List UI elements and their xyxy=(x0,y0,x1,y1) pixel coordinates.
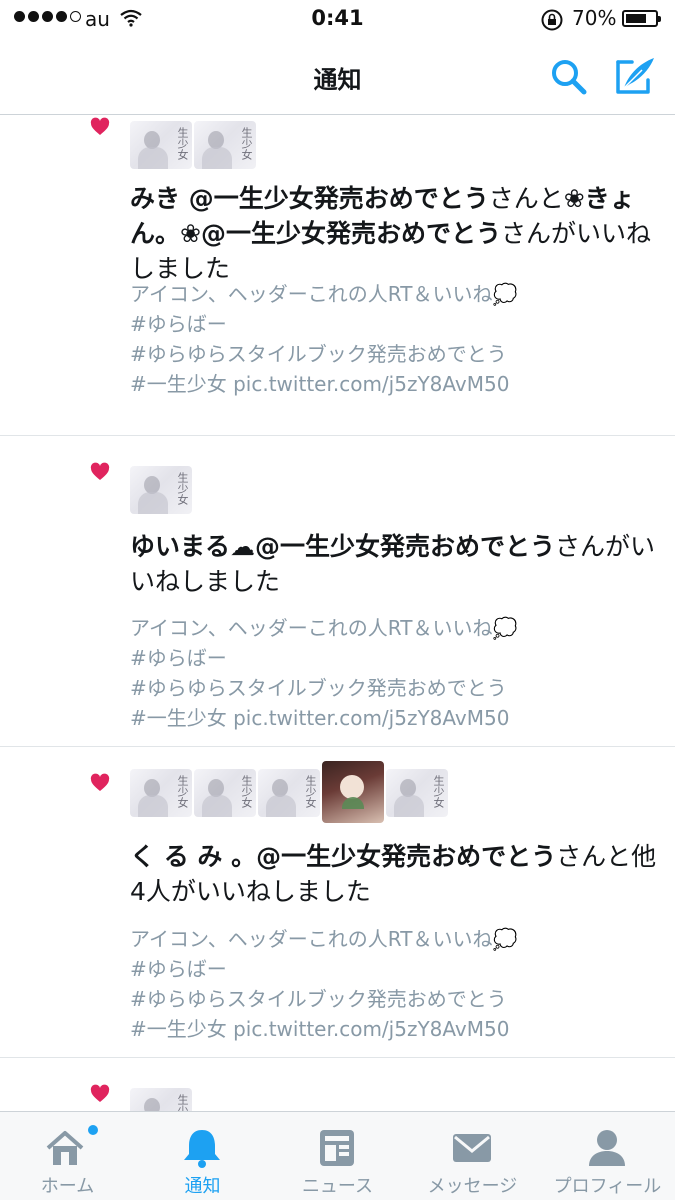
user-name[interactable]: ゆいまる☁@一生少女発売おめでとう xyxy=(130,532,555,561)
notification-item[interactable]: 生少女 生少女 生少女 生少女 く る み 。@一生少女発売おめでとうさんと他4… xyxy=(0,747,675,1058)
notification-item[interactable]: 生少女 ゆいまる☁@一生少女発売おめでとうさんがいいねしました アイコン、ヘッダ… xyxy=(0,436,675,747)
heart-icon xyxy=(90,462,110,480)
liked-tweet-text[interactable]: アイコン、ヘッダーこれの人RT＆いいね💭 #ゆらばー #ゆらゆらスタイルブック発… xyxy=(130,279,660,399)
heart-icon xyxy=(90,117,110,135)
user-name[interactable]: みき @一生少女発売おめでとう xyxy=(130,184,489,213)
tab-bar: ホーム 通知 ニュース メッセージ プロフィール xyxy=(0,1111,675,1200)
compose-quill-icon xyxy=(616,58,654,94)
liker-avatars: 生少女 xyxy=(130,466,192,514)
person-icon xyxy=(589,1130,625,1166)
heart-icon xyxy=(90,773,110,791)
liked-tweet-text[interactable]: アイコン、ヘッダーこれの人RT＆いいね💭 #ゆらばー #ゆらゆらスタイルブック発… xyxy=(130,924,660,1044)
user-name[interactable]: く る み 。@一生少女発売おめでとう xyxy=(130,842,556,871)
avatar[interactable]: 生少女 xyxy=(130,466,192,514)
avatar[interactable]: 生少女 xyxy=(130,769,192,817)
battery-icon xyxy=(622,10,661,27)
liked-tweet-text[interactable]: アイコン、ヘッダーこれの人RT＆いいね💭 #ゆらばー #ゆらゆらスタイルブック発… xyxy=(130,613,660,733)
avatar[interactable]: 生少女 xyxy=(194,121,256,169)
search-button[interactable] xyxy=(548,56,590,98)
unread-dot xyxy=(88,1125,98,1135)
notification-item[interactable]: 生少女 xyxy=(0,1058,675,1111)
battery-percent: 70% xyxy=(572,6,617,30)
avatar[interactable]: 生少女 xyxy=(386,769,448,817)
tab-notifications[interactable]: 通知 xyxy=(135,1112,270,1201)
notification-summary: く る み 。@一生少女発売おめでとうさんと他4人がいいねしました xyxy=(130,842,657,906)
liker-avatars: 生少女 生少女 xyxy=(130,121,256,169)
tab-home[interactable]: ホーム xyxy=(0,1112,135,1201)
avatar[interactable]: 生少女 xyxy=(194,769,256,817)
status-bar: au 0:41 70% xyxy=(0,0,675,38)
liker-avatars: 生少女 xyxy=(130,1088,192,1111)
avatar[interactable]: 生少女 xyxy=(130,1088,192,1111)
notifications-feed[interactable]: 生少女 生少女 みき @一生少女発売おめでとうさんと❀きょん。❀@一生少女発売お… xyxy=(0,115,675,1111)
avatar[interactable]: 生少女 xyxy=(258,769,320,817)
compose-tweet-button[interactable] xyxy=(612,54,658,98)
search-icon xyxy=(552,60,587,95)
avatar[interactable]: 生少女 xyxy=(130,121,192,169)
nav-header: 通知 xyxy=(0,38,675,115)
home-icon xyxy=(46,1131,84,1165)
avatar[interactable] xyxy=(322,761,384,823)
notification-item[interactable]: 生少女 生少女 みき @一生少女発売おめでとうさんと❀きょん。❀@一生少女発売お… xyxy=(0,115,675,436)
tab-news[interactable]: ニュース xyxy=(270,1112,405,1201)
envelope-icon xyxy=(453,1134,491,1162)
tab-profile[interactable]: プロフィール xyxy=(540,1112,675,1201)
rotation-lock-icon xyxy=(541,9,563,31)
heart-icon xyxy=(90,1084,110,1102)
notification-summary: ゆいまる☁@一生少女発売おめでとうさんがいいねしました xyxy=(130,532,656,596)
notification-summary: みき @一生少女発売おめでとうさんと❀きょん。❀@一生少女発売おめでとうさんがい… xyxy=(130,184,651,283)
bell-icon xyxy=(184,1130,220,1168)
tab-messages[interactable]: メッセージ xyxy=(405,1112,540,1201)
liker-avatars: 生少女 生少女 生少女 生少女 xyxy=(130,761,448,823)
news-icon xyxy=(320,1130,354,1166)
